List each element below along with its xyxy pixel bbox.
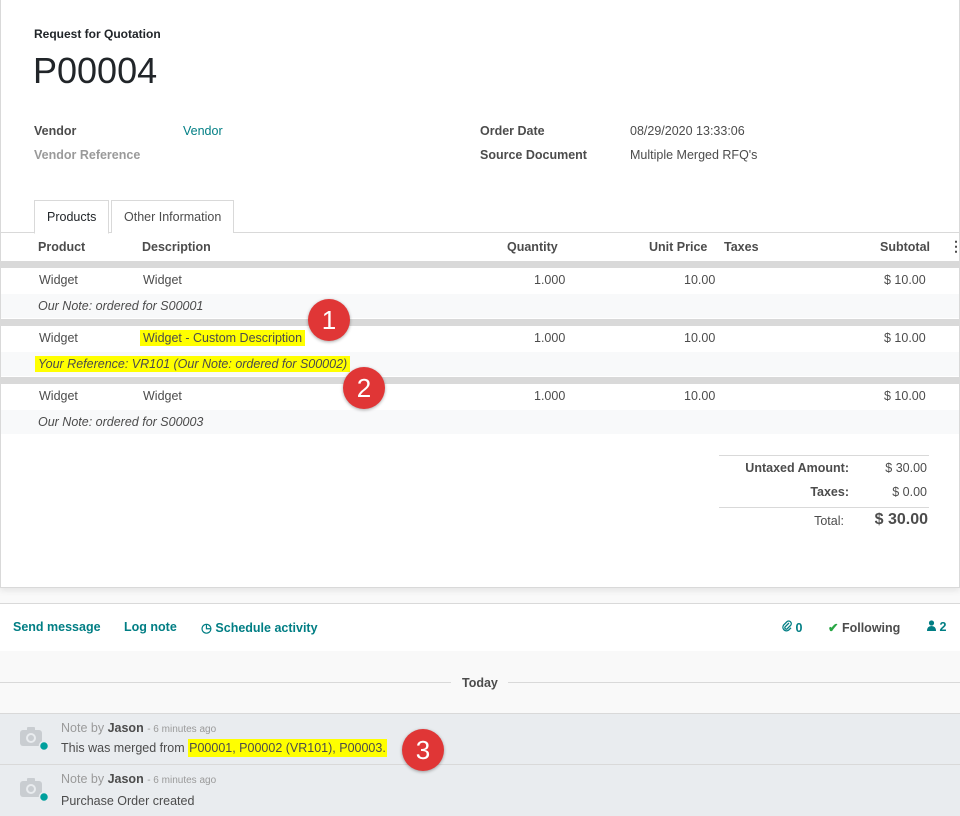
row-separator (1, 377, 959, 384)
column-unit-price[interactable]: Unit Price (649, 240, 707, 254)
row-quantity: 1.000 (534, 331, 566, 345)
document-type: Request for Quotation (34, 27, 161, 41)
row-quantity: 1.000 (534, 389, 566, 403)
chatter-topbar: Send message Log note ◷ Schedule activit… (0, 603, 960, 651)
avatar (18, 724, 50, 752)
paperclip-icon (782, 620, 795, 635)
message-body-highlight: P00001, P00002 (VR101), P00003. (188, 739, 387, 757)
message-type: Note by (61, 772, 105, 786)
schedule-activity-button[interactable]: ◷ Schedule activity (201, 620, 318, 635)
followers-button[interactable]: 2 (927, 620, 946, 634)
tab-other-information[interactable]: Other Information (111, 200, 235, 233)
row-quantity: 1.000 (534, 273, 566, 287)
vendor-link[interactable]: Vendor (183, 124, 223, 138)
taxes-label: Taxes: (810, 485, 849, 499)
column-description[interactable]: Description (142, 240, 211, 254)
message-header: Note by Jason - 6 minutes ago (61, 772, 216, 786)
notebook-tabs: Products Other Information (1, 200, 959, 234)
annotation-badge-2: 2 (343, 367, 385, 409)
message-author[interactable]: Jason (108, 772, 144, 786)
table-row[interactable]: Widget Widget 1.000 10.00 $ 10.00 (1, 384, 959, 410)
log-note-button[interactable]: Log note (124, 620, 177, 634)
message-time: - 6 minutes ago (147, 775, 217, 786)
source-document-value: Multiple Merged RFQ's (630, 148, 758, 162)
annotation-badge-1: 1 (308, 299, 350, 341)
vendor-label: Vendor (34, 124, 77, 138)
column-quantity[interactable]: Quantity (507, 240, 558, 254)
message-body: Purchase Order created (61, 794, 195, 808)
column-product[interactable]: Product (38, 240, 85, 254)
message-time: - 6 minutes ago (147, 724, 217, 735)
tab-products[interactable]: Products (34, 200, 110, 234)
today-label: Today (462, 676, 498, 690)
row-subtotal: $ 10.00 (884, 273, 926, 287)
attachments-count: 0 (795, 621, 803, 635)
message-header: Note by Jason - 6 minutes ago (61, 721, 216, 735)
order-date-value: 08/29/2020 13:33:06 (630, 124, 745, 138)
attachments-button[interactable]: 0 (782, 620, 802, 635)
message-author[interactable]: Jason (108, 721, 144, 735)
row-description: Widget (143, 273, 182, 287)
followers-count: 2 (939, 620, 947, 634)
avatar (18, 775, 50, 803)
total-value: $ 30.00 (874, 511, 928, 528)
source-document-label: Source Document (480, 148, 587, 162)
column-subtotal[interactable]: Subtotal (880, 240, 930, 254)
today-line-left (0, 682, 451, 683)
untaxed-amount-value: $ 30.00 (885, 461, 927, 475)
message-body-text: This was merged from (61, 741, 189, 755)
following-label: Following (841, 621, 901, 635)
chatter-message: Note by Jason - 6 minutes ago This was m… (0, 713, 960, 764)
note-row[interactable]: Our Note: ordered for S00003 (1, 410, 959, 434)
row-unit-price: 10.00 (684, 389, 716, 403)
vendor-reference-label: Vendor Reference (34, 148, 141, 162)
check-icon: ✔ (828, 621, 839, 635)
clock-icon: ◷ (201, 621, 212, 635)
row-subtotal: $ 10.00 (884, 331, 926, 345)
user-icon (927, 620, 939, 634)
message-body: This was merged from P00001, P00002 (VR1… (61, 739, 387, 757)
order-lines-header: Product Description Quantity Unit Price … (1, 234, 960, 262)
schedule-activity-label: Schedule activity (215, 621, 318, 635)
row-product: Widget (39, 273, 78, 287)
table-row[interactable]: Widget Widget - Custom Description 1.000… (1, 326, 959, 352)
totals-divider (719, 507, 929, 508)
row-product: Widget (39, 331, 78, 345)
row-subtotal: $ 10.00 (884, 389, 926, 403)
following-button[interactable]: ✔ Following (828, 620, 900, 635)
row-separator (1, 319, 959, 326)
send-message-button[interactable]: Send message (13, 620, 101, 634)
row-description: Widget (143, 389, 182, 403)
note-text: Our Note: ordered for S00003 (38, 415, 204, 429)
form-sheet: Request for Quotation P00004 Vendor Vend… (0, 0, 960, 588)
column-taxes[interactable]: Taxes (724, 240, 759, 254)
row-description-highlighted: Widget - Custom Description (140, 330, 306, 346)
order-date-label: Order Date (480, 124, 545, 138)
note-row[interactable]: Your Reference: VR101 (Our Note: ordered… (1, 352, 959, 376)
note-text: Our Note: ordered for S00001 (38, 299, 204, 313)
annotation-badge-3: 3 (402, 729, 444, 771)
row-unit-price: 10.00 (684, 273, 716, 287)
untaxed-amount-label: Untaxed Amount: (745, 461, 849, 475)
today-line-right (508, 682, 960, 683)
document-name: P00004 (33, 50, 158, 91)
note-row[interactable]: Our Note: ordered for S00001 (1, 294, 959, 318)
note-text-highlighted: Your Reference: VR101 (Our Note: ordered… (35, 356, 351, 372)
chatter-message: Note by Jason - 6 minutes ago Purchase O… (0, 764, 960, 816)
table-row[interactable]: Widget Widget 1.000 10.00 $ 10.00 (1, 268, 959, 294)
row-product: Widget (39, 389, 78, 403)
message-type: Note by (61, 721, 105, 735)
row-separator (1, 261, 959, 268)
row-unit-price: 10.00 (684, 331, 716, 345)
optional-columns-icon[interactable]: ⋮ (949, 238, 960, 255)
totals-top-divider (719, 455, 929, 456)
total-label: Total: (814, 514, 844, 528)
taxes-value: $ 0.00 (892, 485, 927, 499)
